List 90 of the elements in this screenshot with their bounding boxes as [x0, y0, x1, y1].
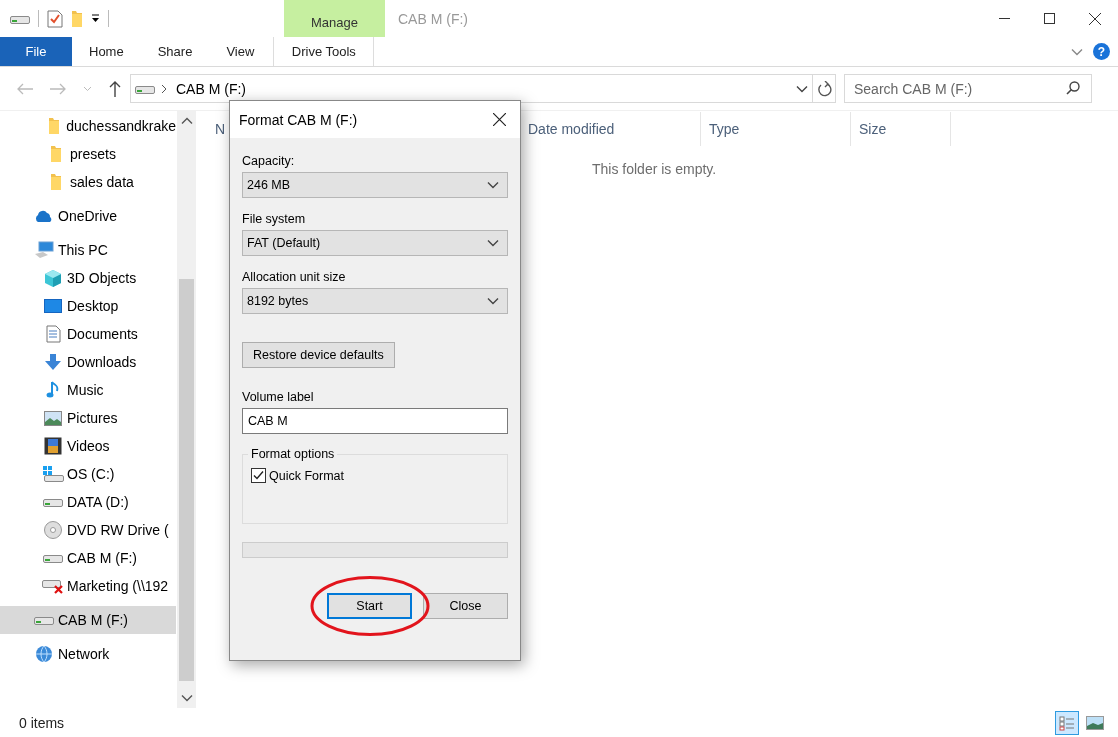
- dropdown-chevron-icon: [487, 297, 499, 305]
- column-header[interactable]: Size: [859, 121, 887, 137]
- dropdown-chevron-icon: [487, 181, 499, 189]
- nav-item[interactable]: Videos: [0, 432, 176, 460]
- column-header[interactable]: Type: [709, 121, 740, 137]
- help-button[interactable]: ?: [1093, 43, 1110, 60]
- drive-icon: [135, 83, 155, 94]
- field-label: Volume label: [242, 390, 315, 406]
- nav-item[interactable]: Documents: [0, 320, 176, 348]
- ribbon-tab[interactable]: Drive Tools: [273, 37, 375, 66]
- checkbox-label[interactable]: Quick Format: [269, 468, 344, 483]
- nav-item[interactable]: sales data: [0, 168, 176, 196]
- item-count: 0 items: [19, 714, 65, 731]
- document-icon: [45, 325, 61, 343]
- dropdown[interactable]: FAT (Default): [242, 230, 508, 256]
- folder-icon: [50, 145, 62, 163]
- field-label: Capacity:: [242, 154, 296, 170]
- scrollbar[interactable]: [177, 111, 196, 708]
- picture-icon: [44, 410, 62, 426]
- column-header[interactable]: N: [215, 121, 226, 137]
- nav-item[interactable]: DVD RW Drive (: [0, 516, 176, 544]
- customize-dropdown-icon[interactable]: [91, 14, 100, 23]
- nav-item[interactable]: DATA (D:): [0, 488, 176, 516]
- nav-item[interactable]: Marketing (\\192: [0, 572, 176, 600]
- up-arrow-icon[interactable]: [109, 80, 121, 97]
- search-field[interactable]: Search CAB M (F:): [844, 74, 1092, 103]
- folder-icon: [48, 117, 61, 135]
- maximize-icon[interactable]: [1044, 13, 1055, 24]
- nav-item[interactable]: Desktop: [0, 292, 176, 320]
- empty-folder-message: This folder is empty.: [592, 161, 717, 177]
- dialog-button[interactable]: Close: [423, 593, 508, 619]
- field-label: Allocation unit size: [242, 270, 347, 286]
- volume-label-field[interactable]: CAB M: [242, 408, 508, 434]
- checkbox[interactable]: [251, 468, 266, 483]
- ribbon-tab[interactable]: Share: [140, 37, 210, 66]
- nav-item[interactable]: CAB M (F:): [0, 606, 176, 634]
- properties-icon[interactable]: [47, 9, 63, 28]
- nav-item[interactable]: duchessandkrake: [0, 112, 176, 140]
- group-title: Format options: [248, 447, 338, 461]
- computer-icon: [34, 241, 54, 259]
- dialog-button[interactable]: Start: [327, 593, 412, 619]
- breadcrumb-item[interactable]: CAB M (F:): [176, 80, 796, 97]
- nav-item[interactable]: OS (C:): [0, 460, 176, 488]
- contextual-tab-group: Manage: [284, 0, 385, 37]
- nav-item[interactable]: This PC: [0, 236, 176, 264]
- nav-item[interactable]: Network: [0, 640, 176, 668]
- scrollbar-thumb[interactable]: [179, 279, 194, 681]
- dialog-title: Format CAB M (F:): [239, 111, 359, 128]
- nav-item[interactable]: Music: [0, 376, 176, 404]
- ribbon-tab[interactable]: View: [209, 37, 272, 66]
- disconnected-drive-icon: [42, 578, 64, 594]
- music-note-icon: [46, 381, 60, 399]
- refresh-icon[interactable]: [816, 80, 832, 97]
- details-view-button[interactable]: [1055, 710, 1079, 735]
- scroll-down-icon: [180, 694, 193, 702]
- nav-item[interactable]: Downloads: [0, 348, 176, 376]
- nav-item[interactable]: Pictures: [0, 404, 176, 432]
- close-icon[interactable]: [1089, 12, 1101, 25]
- column-header[interactable]: Date modified: [528, 121, 615, 137]
- search-icon: [1066, 81, 1080, 95]
- globe-icon: [35, 645, 53, 663]
- desktop-icon: [44, 298, 62, 314]
- dropdown[interactable]: 246 MB: [242, 172, 508, 198]
- ribbon-tab[interactable]: Home: [72, 37, 141, 66]
- film-icon: [44, 437, 62, 455]
- drive-icon: [43, 497, 63, 507]
- download-arrow-icon: [44, 353, 62, 371]
- drive-icon: [43, 553, 63, 563]
- dropdown[interactable]: 8192 bytes: [242, 288, 508, 314]
- scroll-up-icon: [180, 117, 193, 125]
- restore-defaults-button[interactable]: Restore device defaults: [242, 342, 395, 368]
- drive-icon: [34, 615, 54, 625]
- nav-item[interactable]: presets: [0, 140, 176, 168]
- collapse-ribbon-chevron-icon: [1071, 47, 1083, 56]
- cube-icon: [44, 269, 62, 287]
- field-label: File system: [242, 212, 307, 228]
- address-dropdown-chevron-icon: [796, 84, 808, 93]
- folder-icon: [50, 173, 62, 191]
- window-title: CAB M (F:): [398, 9, 468, 29]
- cloud-icon: [34, 209, 54, 223]
- nav-item[interactable]: OneDrive: [0, 202, 176, 230]
- ribbon-tab[interactable]: File: [0, 37, 72, 66]
- windows-drive-icon: [42, 465, 64, 483]
- nav-item[interactable]: CAB M (F:): [0, 544, 176, 572]
- close-icon[interactable]: [493, 113, 506, 126]
- nav-item[interactable]: 3D Objects: [0, 264, 176, 292]
- breadcrumb-chevron-icon[interactable]: [161, 83, 167, 94]
- dropdown-chevron-icon: [487, 239, 499, 247]
- disc-icon: [44, 521, 62, 539]
- drive-icon: [10, 13, 30, 24]
